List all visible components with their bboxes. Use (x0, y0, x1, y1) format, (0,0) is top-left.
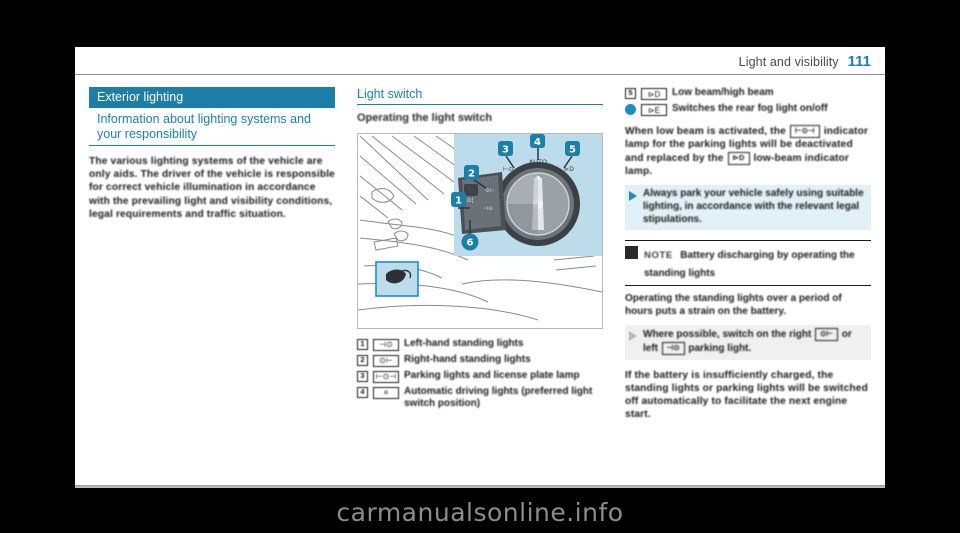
column-right: 5 ⊳D Low beam/high beam ⊳E Switches the … (625, 87, 871, 479)
right-parking-light-chip: ⊙⊢ (815, 328, 838, 342)
note-keyword: NOTE (644, 250, 673, 262)
legend-label: Parking lights and license plate lamp (404, 369, 580, 381)
note-bullet-text-c: parking light. (688, 343, 752, 355)
legend-label: Automatic driving lights (preferred ligh… (404, 385, 593, 410)
note-icon (625, 246, 638, 260)
rotary-light-switch-knob (496, 161, 580, 246)
column-middle: Light switch Operating the light switch (357, 87, 603, 479)
legend-item: 1 ⊣⊙ Left-hand standing lights (357, 338, 603, 351)
column-left: Exterior lighting Information about ligh… (89, 87, 335, 479)
running-head: Light and visibility 111 (75, 47, 885, 75)
legend-number: 1 (357, 338, 368, 350)
legend-number: 4 (357, 386, 368, 398)
dashboard-illustration: AUTO ⊢⊙ ⊳D ⊙⊢ ⊣⊙ ⊙¦ 1 2 3 4 5 6 (358, 133, 602, 328)
rear-fog-light-icon: ⊳E (641, 104, 667, 116)
legend-label: Right-hand standing lights (404, 353, 531, 365)
low-beam-chip: ⊳D (727, 151, 750, 165)
legend-label: Left-hand standing lights (404, 337, 524, 349)
figure-legend-right: 5 ⊳D Low beam/high beam ⊳E Switches the … (625, 87, 871, 116)
light-switch-figure: AUTO ⊢⊙ ⊳D ⊙⊢ ⊣⊙ ⊙¦ 1 2 3 4 5 6 (357, 132, 603, 329)
legend-item: 3 ⊢⊙⊣ Parking lights and license plate l… (357, 370, 603, 383)
svg-text:⊳D: ⊳D (564, 166, 574, 173)
svg-text:⊢⊙: ⊢⊙ (503, 166, 513, 173)
svg-text:3: 3 (502, 144, 509, 155)
subsection-heading-operating-light-switch: Operating the light switch (357, 112, 493, 124)
legend-label: Low beam/high beam (672, 87, 774, 98)
note-bullet-text-a: Where possible, switch on the right (643, 329, 812, 341)
svg-text:6: 6 (467, 237, 474, 248)
low-high-beam-icon: ⊳D (641, 88, 667, 100)
page-shadow (75, 485, 885, 488)
svg-text:⊙¦: ⊙¦ (466, 197, 473, 204)
note-box: NOTE Battery discharging by operating th… (625, 240, 871, 287)
svg-text:⊙⊢: ⊙⊢ (485, 188, 495, 194)
svg-text:2: 2 (468, 168, 475, 179)
legend-number: 3 (357, 370, 368, 382)
svg-text:⊣⊙: ⊣⊙ (483, 206, 492, 212)
manual-page-sheet: Light and visibility 111 Exterior lighti… (75, 47, 885, 487)
svg-text:5: 5 (569, 144, 576, 155)
figure-legend-left: 1 ⊣⊙ Left-hand standing lights 2 ⊙⊢ Righ… (357, 338, 603, 411)
section-heading-light-switch: Light switch (357, 87, 603, 105)
page-columns: Exterior lighting Information about ligh… (89, 87, 871, 479)
note-title: Battery discharging by operating the sta… (644, 250, 855, 280)
note-body-text: Operating the standing lights over a per… (625, 293, 842, 318)
section-heading-exterior-lighting: Exterior lighting (89, 87, 335, 109)
page-number: 111 (847, 53, 871, 70)
legend-item: 5 ⊳D Low beam/high beam (625, 87, 871, 100)
auto-driving-light-icon: ≡ (373, 386, 399, 399)
parking-light-icon: ⊢⊙⊣ (373, 370, 399, 383)
legend-item: 2 ⊙⊢ Right-hand standing lights (357, 354, 603, 367)
legend-item: ⊳E Switches the rear fog light on/off (625, 103, 871, 116)
arrow-bullet-icon (629, 191, 637, 202)
standing-light-right-icon: ⊙⊢ (373, 354, 399, 367)
legend-number: 5 (625, 88, 636, 99)
low-beam-text-a: When low beam is activated, the (625, 126, 786, 138)
arrow-bullet-icon (629, 331, 637, 342)
legend-label: Switches the rear fog light on/off (672, 103, 828, 114)
standing-light-left-icon: ⊣⊙ (373, 338, 399, 351)
legend-bullet-dot (625, 104, 636, 115)
svg-text:4: 4 (534, 137, 541, 148)
closing-paragraph: If the battery is insufficiently charged… (625, 369, 868, 421)
left-parking-light-chip: ⊣⊙ (661, 341, 685, 355)
manual-page-viewer: Light and visibility 111 Exterior lighti… (0, 0, 960, 533)
warning-text: Always park your vehicle safely using su… (643, 188, 864, 225)
warning-action-block: Always park your vehicle safely using su… (625, 185, 871, 231)
legend-item: 4 ≡ Automatic driving lights (preferred … (357, 386, 603, 411)
col1-body-text: The various lighting systems of the vehi… (89, 155, 335, 220)
parking-light-chip: ⊢⊙⊣ (789, 125, 820, 138)
note-bullet-text: Where possible, switch on the right ⊙⊢ o… (643, 328, 867, 355)
watermark: carmanualsonline.info (336, 498, 624, 527)
svg-text:1: 1 (455, 195, 462, 206)
running-head-title: Light and visibility (738, 55, 839, 69)
subsection-heading-responsibility: Information about lighting systems and y… (89, 108, 335, 146)
note-action-block: Where possible, switch on the right ⊙⊢ o… (625, 325, 871, 360)
legend-number: 2 (357, 354, 368, 366)
low-beam-paragraph: When low beam is activated, the ⊢⊙⊣ indi… (625, 125, 871, 178)
